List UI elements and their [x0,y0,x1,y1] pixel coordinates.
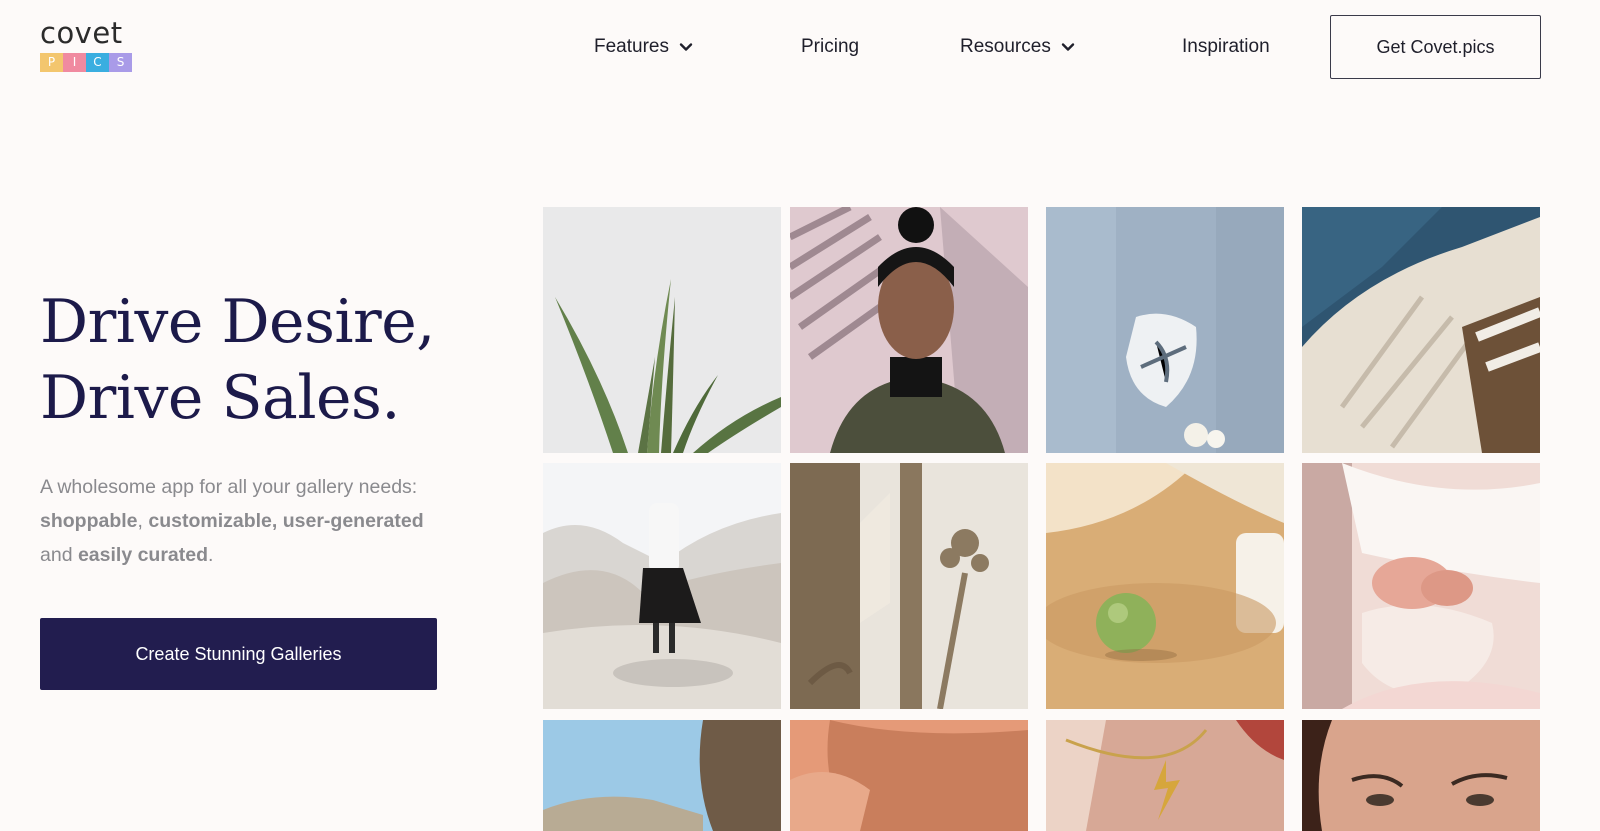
necklace-photo [1046,720,1284,831]
nav-inspiration[interactable]: Inspiration [1182,33,1270,61]
nav-features[interactable]: Features [594,33,693,61]
woman-face-photo [1302,720,1540,831]
chevron-down-icon [1061,43,1075,51]
hero-description: A wholesome app for all your gallery nee… [40,470,440,572]
hero-desc-easily-curated: easily curated [77,544,209,566]
hero-desc-text-3: and [40,544,78,566]
main-navigation: Features Pricing Resources Inspiration G… [0,0,1600,95]
knit-sweater-hands-photo [1302,463,1540,709]
nav-resources[interactable]: Resources [960,33,1075,61]
beach-sky-photo [543,720,781,831]
hero-desc-customizable: customizable, user-generated [148,510,424,532]
pool-chair-photo [1302,207,1540,453]
nav-pricing[interactable]: Pricing [801,33,859,61]
hero-title-line-1: Drive Desire, [40,287,435,357]
nav-inspiration-label: Inspiration [1182,36,1270,57]
nav-resources-label: Resources [960,36,1051,57]
hero-desc-text-2: , [137,510,149,532]
plant-leaves-photo [543,207,781,453]
window-shadow-photo [1046,207,1284,453]
nav-pricing-label: Pricing [801,36,860,57]
woman-turtleneck-photo [790,207,1028,453]
flower-shadow-photo [790,463,1028,709]
hero-desc-text-1: A wholesome app for all your gallery nee… [40,476,418,498]
woman-beach-walk-photo [543,463,781,709]
hero-desc-shoppable: shoppable [40,510,138,532]
chevron-down-icon [679,43,693,51]
hero-title-line-2: Drive Sales. [40,363,400,433]
create-galleries-button[interactable]: Create Stunning Galleries [40,618,437,690]
hero-desc-text-4: . [208,544,214,566]
nav-features-label: Features [594,36,669,57]
arm-skin-photo [790,720,1028,831]
green-apple-photo [1046,463,1284,709]
get-covet-pics-button[interactable]: Get Covet.pics [1330,15,1541,79]
hero-title: Drive Desire, Drive Sales. [40,284,520,436]
